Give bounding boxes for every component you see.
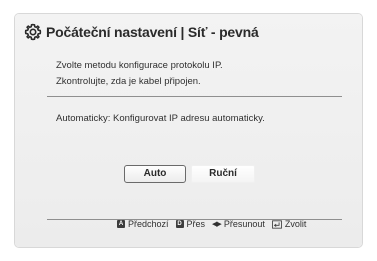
instruction-line-2: Zkontrolujte, zda je kabel připojen. [56, 76, 201, 87]
dialog-title: Počáteční nastavení | Síť - pevná [46, 24, 259, 40]
enter-icon [271, 219, 282, 229]
footer-skip[interactable]: D Přes [175, 219, 206, 229]
footer-hints: A Předchozí D Přes ◀▶ Přesunout Zvolit [117, 219, 313, 229]
instruction-line-1: Zvolte metodu konfigurace protokolu IP. [56, 60, 223, 71]
footer-previous[interactable]: A Předchozí [117, 219, 169, 229]
manual-button[interactable]: Ruční [191, 165, 255, 183]
select-label: Zvolit [284, 219, 307, 229]
auto-button[interactable]: Auto [124, 165, 186, 183]
move-label: Přesunout [223, 219, 265, 229]
left-right-arrows-icon: ◀▶ [212, 221, 222, 228]
dialog-header: Počáteční nastavení | Síť - pevná [24, 23, 259, 41]
screen: Počáteční nastavení | Síť - pevná Zvolte… [0, 0, 377, 261]
auto-description: Automaticky: Konfigurovat IP adresu auto… [56, 113, 265, 124]
skip-label: Přes [186, 219, 206, 229]
footer-select[interactable]: Zvolit [271, 219, 307, 229]
d-key-icon: D [175, 220, 184, 228]
a-key-icon: A [117, 220, 125, 228]
gear-icon [24, 23, 42, 41]
divider-top [47, 96, 342, 97]
setup-dialog: Počáteční nastavení | Síť - pevná Zvolte… [15, 14, 362, 247]
previous-label: Předchozí [128, 219, 169, 229]
footer-move: ◀▶ Přesunout [212, 219, 265, 229]
